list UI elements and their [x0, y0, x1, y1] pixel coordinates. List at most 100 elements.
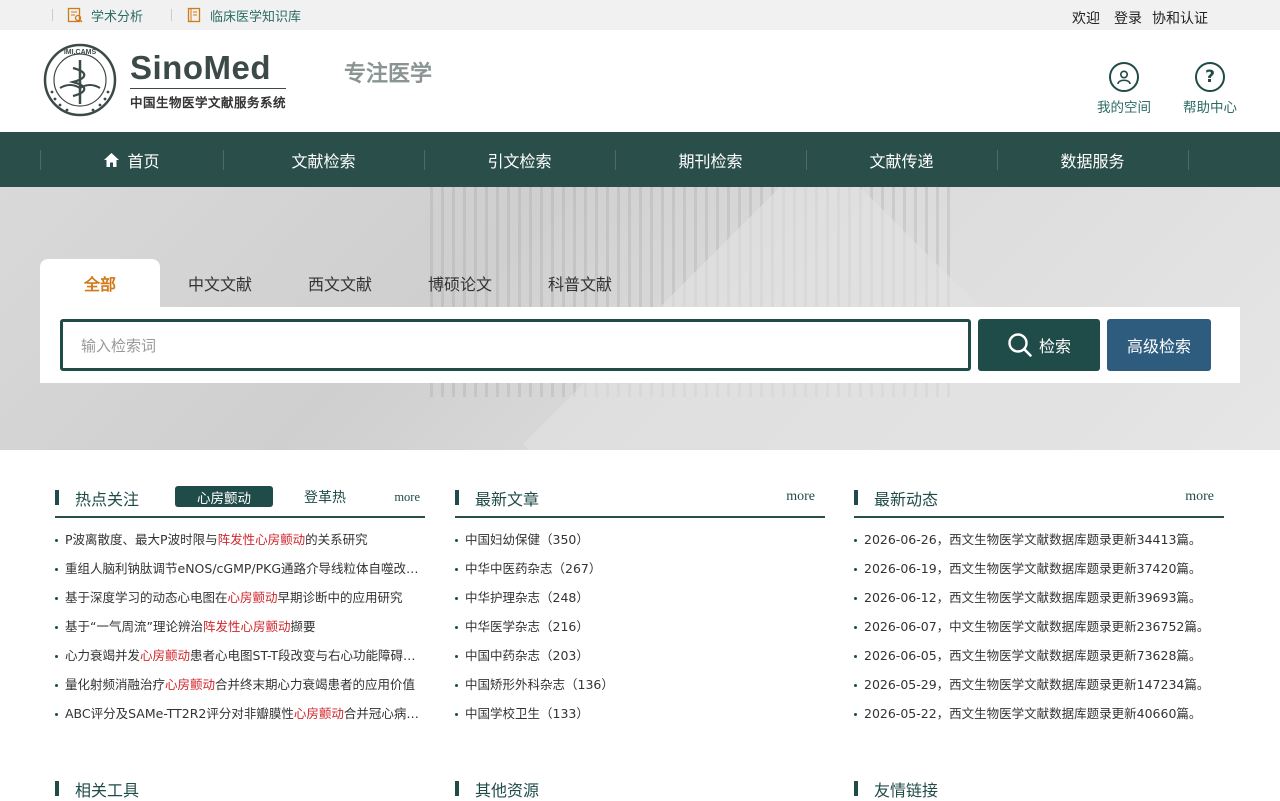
slogan: 专注医学 — [344, 62, 433, 87]
search-button-label: 检索 — [1038, 337, 1071, 356]
logo-text[interactable]: SinoMed 中国生物医学文献服务系统 — [130, 49, 287, 111]
search-tabs: 全部 中文文献 西文文献 博硕论文 科普文献 — [40, 259, 640, 307]
question-icon: ? — [1195, 62, 1225, 92]
link-label: 临床医学知识库 — [210, 9, 302, 25]
list-item[interactable]: 基于深度学习的动态心电图在心房颤动早期诊断中的应用研究 — [55, 590, 425, 619]
friendly-links-header: 友情链接 — [854, 776, 1224, 800]
list-item[interactable]: 2026-06-07，中文生物医学文献数据库题录更新236752篇。 — [854, 619, 1224, 648]
list-item[interactable]: 重组人脑利钠肽调节eNOS/cGMP/PKG通路介导线粒体自噬改善家兔 — [55, 561, 425, 590]
nav-item-citation-search[interactable]: 引文检索 — [424, 132, 615, 187]
latest-articles-section: 最新文章 more 中国妇幼保健（350） 中华中医药杂志（267） 中华护理杂… — [455, 484, 825, 735]
hot-topics-section: 热点关注 心房颤动 登革热 more P波离散度、最大P波时限与阵发性心房颤动的… — [55, 484, 425, 735]
header-accent-bar — [854, 781, 858, 796]
list-item[interactable]: 中华医学杂志（216） — [455, 619, 825, 648]
nav-label: 首页 — [127, 151, 160, 171]
search-panel: 输入检索词 检索 高级检索 — [40, 307, 1240, 383]
header-accent-bar — [55, 490, 59, 505]
list-item[interactable]: 中国学校卫生（133） — [455, 706, 825, 735]
logo-english: SinoMed — [130, 49, 271, 86]
header: IMI.CAMS SinoMed 中国生物医学文献服务系统 专注医学 我的空间 … — [0, 30, 1280, 132]
nav-item-literature-search[interactable]: 文献检索 — [223, 132, 424, 187]
list-item[interactable]: 中华中医药杂志（267） — [455, 561, 825, 590]
welcome-text: 欢迎 — [1072, 11, 1100, 27]
section-title: 热点关注 — [75, 490, 140, 509]
latest-news-list: 2026-06-26，西文生物医学文献数据库题录更新34413篇。 2026-0… — [854, 532, 1224, 735]
search-icon — [1008, 333, 1032, 357]
link-academic-analysis[interactable]: 学术分析 — [67, 6, 143, 25]
user-icon — [1109, 62, 1139, 92]
section-header: 最新动态 more — [854, 484, 1224, 518]
section-header: 最新文章 more — [455, 484, 825, 518]
link-clinical-knowledge-base[interactable]: 临床医学知识库 — [186, 6, 301, 25]
list-item[interactable]: 2026-05-22，西文生物医学文献数据库题录更新40660篇。 — [854, 706, 1224, 735]
nav-label: 引文检索 — [487, 151, 552, 171]
other-resources-header: 其他资源 — [455, 776, 825, 800]
more-link[interactable]: more — [1185, 489, 1214, 505]
my-space-button[interactable]: 我的空间 — [1097, 62, 1151, 116]
section-title: 相关工具 — [75, 781, 140, 800]
list-item[interactable]: 基于“一气周流”理论辨治阵发性心房颤动撷要 — [55, 619, 425, 648]
list-item[interactable]: 量化射频消融治疗心房颤动合并终末期心力衰竭患者的应用价值 — [55, 677, 425, 706]
svg-text:IMI.CAMS: IMI.CAMS — [64, 49, 97, 56]
nav-label: 文献传递 — [869, 151, 934, 171]
divider — [52, 9, 53, 21]
list-item[interactable]: 2026-06-19，西文生物医学文献数据库题录更新37420篇。 — [854, 561, 1224, 590]
section-title: 友情链接 — [874, 781, 939, 800]
header-accent-bar — [854, 490, 858, 505]
list-item[interactable]: 2026-05-29，西文生物医学文献数据库题录更新147234篇。 — [854, 677, 1224, 706]
main-nav: 首页 文献检索 引文检索 期刊检索 文献传递 数据服务 — [0, 132, 1280, 187]
nav-label: 期刊检索 — [678, 151, 743, 171]
top-bar: 学术分析 临床医学知识库 欢迎 登录 协和认证 — [0, 0, 1280, 30]
section-title: 其他资源 — [475, 781, 540, 800]
divider — [171, 9, 173, 21]
tab-chinese-literature[interactable]: 中文文献 — [160, 259, 280, 307]
list-item[interactable]: 2026-06-26，西文生物医学文献数据库题录更新34413篇。 — [854, 532, 1224, 561]
section-title: 最新动态 — [874, 490, 939, 509]
section-header: 热点关注 心房颤动 登革热 more — [55, 484, 425, 518]
search-button[interactable]: 检索 — [978, 319, 1100, 371]
tab-all[interactable]: 全部 — [40, 259, 160, 307]
nav-item-home[interactable]: 首页 — [40, 132, 223, 187]
topic-tab-atrial-fibrillation[interactable]: 心房颤动 — [175, 486, 273, 507]
hot-topics-list: P波离散度、最大P波时限与阵发性心房颤动的关系研究 重组人脑利钠肽调节eNOS/… — [55, 532, 425, 735]
book-icon — [187, 7, 201, 23]
list-item[interactable]: 中国中药杂志（203） — [455, 648, 825, 677]
header-accent-bar — [455, 490, 459, 505]
tab-popular-science[interactable]: 科普文献 — [520, 259, 640, 307]
list-item[interactable]: P波离散度、最大P波时限与阵发性心房颤动的关系研究 — [55, 532, 425, 561]
latest-articles-list: 中国妇幼保健（350） 中华中医药杂志（267） 中华护理杂志（248） 中华医… — [455, 532, 825, 735]
more-link[interactable]: more — [394, 490, 420, 505]
home-icon — [104, 152, 120, 167]
nav-item-document-delivery[interactable]: 文献传递 — [806, 132, 997, 187]
list-item[interactable]: 中华护理杂志（248） — [455, 590, 825, 619]
login-link[interactable]: 登录 — [1114, 8, 1142, 28]
topic-tab-dengue[interactable]: 登革热 — [304, 487, 346, 507]
related-tools-header: 相关工具 — [55, 776, 425, 800]
nav-item-data-services[interactable]: 数据服务 — [997, 132, 1188, 187]
help-center-button[interactable]: ? 帮助中心 — [1183, 62, 1237, 116]
nav-label: 数据服务 — [1060, 151, 1125, 171]
list-item[interactable]: 2026-06-12，西文生物医学文献数据库题录更新39693篇。 — [854, 590, 1224, 619]
nav-item-journal-search[interactable]: 期刊检索 — [615, 132, 806, 187]
search-hero: 全部 中文文献 西文文献 博硕论文 科普文献 输入检索词 检索 高级检索 — [0, 187, 1280, 450]
search-input[interactable]: 输入检索词 — [60, 319, 971, 371]
section-title: 最新文章 — [475, 490, 540, 509]
list-item[interactable]: ABC评分及SAMe-TT2R2评分对非瓣膜性心房颤动合并冠心病患者预后 — [55, 706, 425, 735]
list-item[interactable]: 2026-06-05，西文生物医学文献数据库题录更新73628篇。 — [854, 648, 1224, 677]
header-accent-bar — [55, 781, 59, 796]
analysis-icon — [67, 7, 83, 23]
advanced-search-button[interactable]: 高级检索 — [1107, 319, 1211, 371]
latest-news-section: 最新动态 more 2026-06-26，西文生物医学文献数据库题录更新3441… — [854, 484, 1224, 735]
consortium-auth-link[interactable]: 协和认证 — [1152, 8, 1208, 28]
tab-western-literature[interactable]: 西文文献 — [280, 259, 400, 307]
more-link[interactable]: more — [786, 489, 815, 505]
link-label: 学术分析 — [91, 9, 144, 25]
my-space-label: 我的空间 — [1097, 100, 1151, 116]
list-item[interactable]: 中国矫形外科杂志（136） — [455, 677, 825, 706]
tab-theses[interactable]: 博硕论文 — [400, 259, 520, 307]
logo-seal-icon[interactable]: IMI.CAMS — [42, 42, 118, 118]
list-item[interactable]: 中国妇幼保健（350） — [455, 532, 825, 561]
nav-divider — [1188, 150, 1189, 170]
logo-chinese: 中国生物医学文献服务系统 — [130, 88, 287, 111]
list-item[interactable]: 心力衰竭并发心房颤动患者心电图ST-T段改变与右心功能障碍的关系 — [55, 648, 425, 677]
